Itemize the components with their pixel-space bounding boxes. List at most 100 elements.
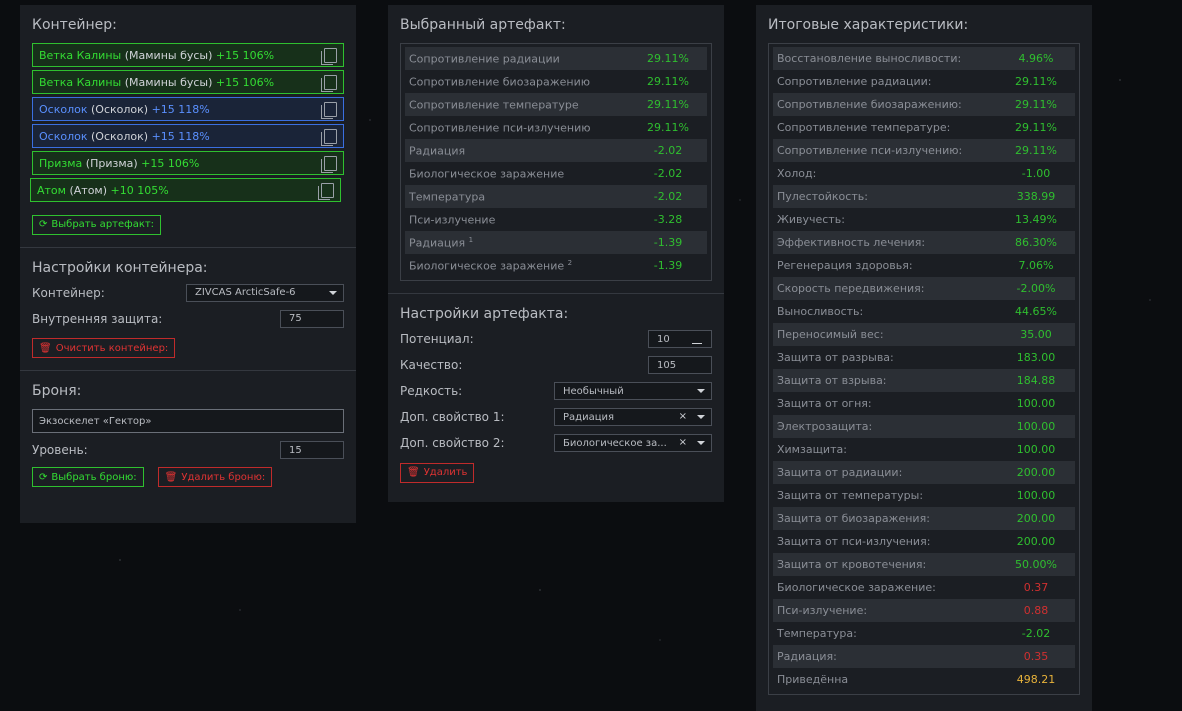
artifact-bonus: +15 118% [151, 102, 210, 116]
stat-label: Сопротивление радиации [409, 52, 560, 66]
armor-field[interactable]: Экзоскелет «Гектор» [32, 409, 344, 433]
table-row: Переносимый вес: 35.00 [773, 323, 1075, 346]
artifact-item[interactable]: Осколок (Осколок) +15 118% [32, 124, 344, 148]
table-row: Биологическое заражение -2.02 [405, 162, 707, 185]
table-row: Радиация 1 -1.39 [405, 231, 707, 254]
stat-value: 29.11% [647, 75, 689, 88]
stat-label: Защита от температуры: [777, 489, 924, 502]
table-row: Защита от температуры: 100.00 [773, 484, 1075, 507]
table-row: Пулестойкость: 338.99 [773, 185, 1075, 208]
stat-label: Пси-излучение: [777, 604, 868, 617]
table-row: Сопротивление температуре 29.11% [405, 93, 707, 116]
artifact-item[interactable]: Призма (Призма) +15 106% [32, 151, 344, 175]
potential-input[interactable]: 10 [648, 330, 712, 348]
trash-icon: 🗑 [39, 342, 52, 354]
copy-icon[interactable] [321, 102, 337, 119]
stat-value: 100.00 [1016, 397, 1056, 410]
artifact-bonus: +15 106% [141, 156, 200, 170]
totals-title: Итоговые характеристики: [768, 17, 969, 33]
stat-sup: 1 [468, 235, 474, 244]
artifact-settings-title: Настройки артефакта: [400, 306, 569, 322]
stat-value: 200.00 [1016, 466, 1056, 479]
stat-label: Переносимый вес: [777, 328, 884, 341]
artifact-bonus: +15 106% [215, 48, 275, 62]
copy-icon[interactable] [321, 48, 337, 65]
table-row: Электрозащита: 100.00 [773, 415, 1075, 438]
trash-icon: 🗑 [407, 467, 420, 478]
stat-value: 100.00 [1016, 489, 1056, 502]
copy-icon[interactable] [321, 75, 337, 92]
artifact-bonus: +15 118% [151, 129, 210, 143]
inner-protection-label: Внутренняя защита: [32, 311, 163, 326]
table-row: Выносливость: 44.65% [773, 300, 1075, 323]
copy-icon[interactable] [321, 129, 337, 146]
stat-label: Скорость передвижения: [777, 282, 925, 295]
stat-value: -2.02 [1021, 627, 1051, 640]
clear-icon[interactable]: × [679, 437, 687, 448]
stat-label: Химзащита: [777, 443, 847, 456]
select-armor-button[interactable]: ⟳ Выбрать броню: [32, 467, 144, 487]
artifact-settings-section: Настройки артефакта: Потенциал: 10 Качес… [388, 294, 724, 495]
rarity-label: Редкость: [400, 384, 463, 398]
stat-value: 29.11% [647, 52, 689, 65]
stat-label: Сопротивление радиации: [777, 75, 932, 88]
armor-title: Броня: [32, 383, 82, 399]
clear-container-button[interactable]: 🗑 Очистить контейнер: [32, 338, 176, 358]
artifact-name: Осколок [39, 129, 88, 143]
delete-artifact-button[interactable]: 🗑 Удалить [400, 462, 475, 483]
container-settings-title: Настройки контейнера: [32, 259, 208, 276]
stat-value: -3.28 [653, 213, 683, 226]
stat-value: 50.00% [1015, 558, 1057, 571]
table-row: Сопротивление радиации 29.11% [405, 47, 707, 70]
artifact-item[interactable]: Ветка Калины (Мамины бусы) +15 106% [32, 43, 344, 67]
stat-value: -1.00 [1021, 167, 1051, 180]
stat-label: Сопротивление пси-излучению [409, 121, 591, 135]
artifact-subname: (Мамины бусы) [124, 48, 213, 62]
stat-value: 200.00 [1016, 512, 1056, 525]
inner-protection-input[interactable]: 75 [280, 309, 344, 328]
table-row: Живучесть: 13.49% [773, 208, 1075, 231]
quality-input[interactable]: 105 [648, 356, 712, 374]
delete-armor-button[interactable]: 🗑 Удалить броню: [157, 467, 273, 487]
artifact-name: Ветка Калины [39, 48, 122, 62]
stat-label: Биологическое заражение 2 [409, 258, 573, 273]
container-title: Контейнер: [32, 17, 117, 33]
stat-value: 184.88 [1016, 374, 1056, 387]
select-artifact-button[interactable]: ⟳ Выбрать артефакт: [32, 214, 162, 235]
artifact-item[interactable]: Ветка Калины (Мамины бусы) +15 106% [32, 70, 344, 94]
stat-value: -2.02 [653, 167, 683, 180]
rarity-select[interactable]: Необычный [554, 382, 712, 400]
extra1-select[interactable]: Радиация × [554, 408, 712, 426]
refresh-icon: ⟳ [39, 471, 48, 483]
stat-label: Холод: [777, 167, 817, 180]
stat-value: 7.06% [1018, 259, 1054, 272]
stat-value: 100.00 [1016, 420, 1056, 433]
artifact-subname: (Призма) [85, 156, 138, 170]
artifact-list: Ветка Калины (Мамины бусы) +15 106% Ветка… [30, 43, 344, 202]
level-input[interactable]: 15 [280, 441, 344, 459]
copy-icon[interactable] [321, 156, 337, 173]
artifact-item[interactable]: Атом (Атом) +10 105% [30, 178, 341, 202]
stat-label: Защита от разрыва: [777, 351, 894, 364]
stat-sup: 2 [567, 258, 573, 267]
artifact-subname: (Осколок) [91, 102, 149, 116]
container-select[interactable]: ZIVCAS ArcticSafe-6 [186, 283, 344, 302]
artifact-item[interactable]: Осколок (Осколок) +15 118% [32, 97, 344, 121]
stat-label: Защита от радиации: [777, 466, 903, 479]
table-row: Сопротивление пси-излучению: 29.11% [773, 139, 1075, 162]
stat-label: Радиация 1 [409, 235, 474, 250]
table-row: Защита от радиации: 200.00 [773, 461, 1075, 484]
table-row: Восстановление выносливости: 4.96% [773, 47, 1075, 70]
table-row: Радиация -2.02 [405, 139, 707, 162]
table-row: Температура: -2.02 [773, 622, 1075, 645]
stat-label: Электрозащита: [777, 420, 873, 433]
clear-icon[interactable]: × [679, 411, 687, 422]
selected-artifact-section: Выбранный артефакт: Сопротивление радиац… [388, 5, 724, 294]
table-row: Защита от биозаражения: 200.00 [773, 507, 1075, 530]
copy-icon[interactable] [318, 183, 334, 200]
stat-value: 86.30% [1015, 236, 1057, 249]
extra2-select[interactable]: Биологическое за... × [554, 434, 712, 452]
stat-label: Температура: [777, 627, 857, 640]
table-row: Эффективность лечения: 86.30% [773, 231, 1075, 254]
stat-value: 29.11% [1015, 75, 1057, 88]
